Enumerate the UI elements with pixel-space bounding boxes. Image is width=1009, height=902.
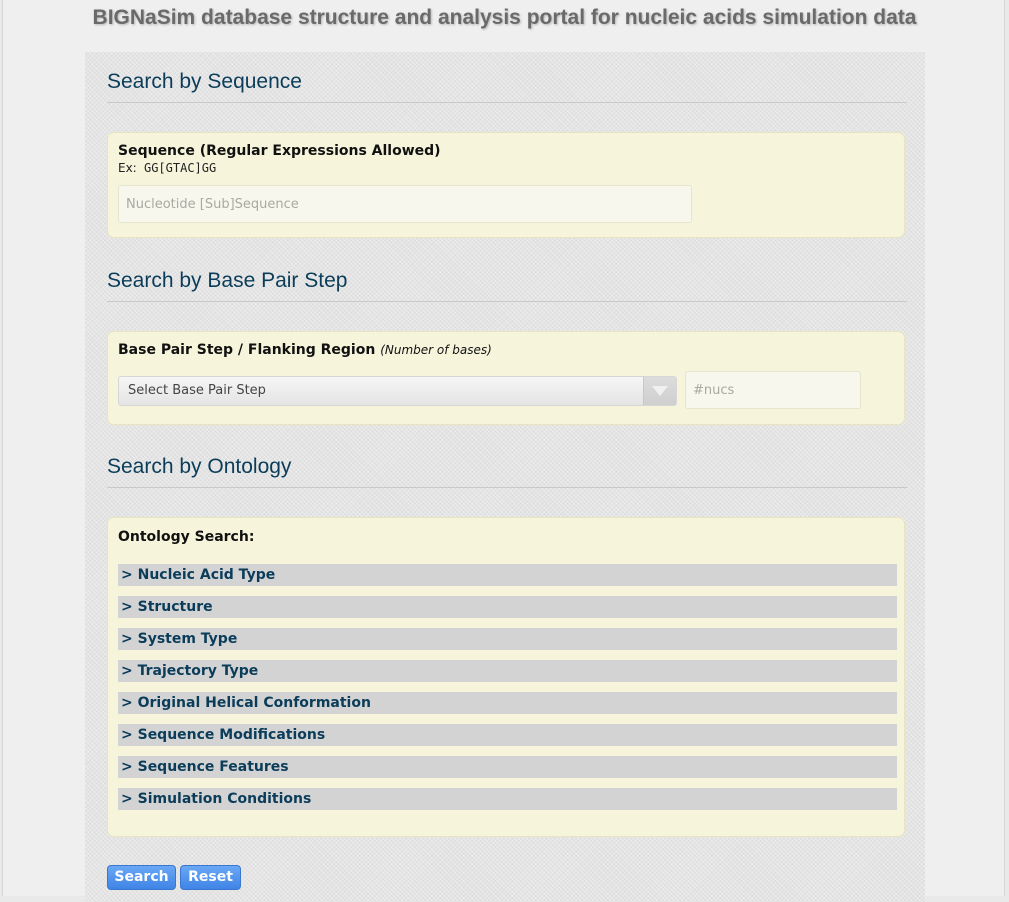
section-title-ontology: Search by Ontology [107,455,907,488]
example-value: GG[GTAC]GG [143,161,217,175]
ontology-item-nucleic-acid-type[interactable]: > Nucleic Acid Type [118,564,897,586]
chevron-down-icon[interactable] [643,377,676,405]
sequence-card: Sequence (Regular Expressions Allowed) E… [107,132,905,238]
search-button[interactable]: Search [107,865,176,890]
ontology-label: Ontology Search: [118,529,255,545]
page-title: BIGNaSim database structure and analysis… [92,6,917,29]
sequence-label: Sequence (Regular Expressions Allowed) [118,143,441,159]
base-pair-label: Base Pair Step / Flanking Region (Number… [118,342,492,358]
ontology-item-trajectory-type[interactable]: > Trajectory Type [118,660,897,682]
section-title-base-pair-step: Search by Base Pair Step [107,269,907,302]
example-key: Ex: [118,161,137,175]
sequence-example: Ex: GG[GTAC]GG [118,161,216,175]
sequence-input[interactable] [118,185,692,223]
base-pair-step-select-value: Select Base Pair Step [128,383,266,398]
base-pair-label-text: Base Pair Step / Flanking Region [118,342,376,358]
ontology-card: Ontology Search: > Nucleic Acid Type > S… [107,517,905,837]
reset-button[interactable]: Reset [180,865,241,890]
search-panel: Search by Sequence Sequence (Regular Exp… [85,52,925,902]
ontology-item-system-type[interactable]: > System Type [118,628,897,650]
base-pair-label-note: (Number of bases) [380,343,492,357]
ontology-item-sequence-modifications[interactable]: > Sequence Modifications [118,724,897,746]
ontology-item-original-helical-conformation[interactable]: > Original Helical Conformation [118,692,897,714]
ontology-item-sequence-features[interactable]: > Sequence Features [118,756,897,778]
ontology-item-simulation-conditions[interactable]: > Simulation Conditions [118,788,897,810]
section-title-sequence: Search by Sequence [107,70,907,103]
base-pair-card: Base Pair Step / Flanking Region (Number… [107,331,905,425]
ontology-item-structure[interactable]: > Structure [118,596,897,618]
page-frame: BIGNaSim database structure and analysis… [2,0,1005,902]
nucs-input[interactable] [685,371,861,409]
base-pair-step-select[interactable]: Select Base Pair Step [118,376,677,406]
